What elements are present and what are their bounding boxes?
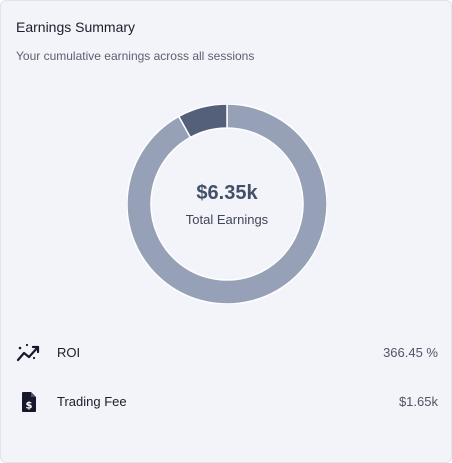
svg-text:$: $: [26, 401, 33, 412]
stat-value: 366.45 %: [383, 345, 438, 360]
stat-row-trading-fee: $ Trading Fee $1.65k: [16, 390, 438, 414]
donut-center: $6.35k Total Earnings: [127, 104, 327, 304]
earnings-summary-card: Earnings Summary Your cumulative earning…: [0, 0, 452, 463]
stat-value: $1.65k: [398, 394, 438, 409]
total-earnings-label: Total Earnings: [185, 212, 269, 227]
card-subtitle: Your cumulative earnings across all sess…: [16, 49, 255, 63]
dollar-document-icon: $: [16, 390, 42, 414]
card-title: Earnings Summary: [16, 19, 136, 35]
trending-up-icon: [16, 341, 42, 365]
total-earnings-value: $6.35k: [196, 182, 258, 204]
earnings-donut-chart: $6.35k Total Earnings: [127, 104, 327, 304]
stat-label: ROI: [57, 345, 81, 360]
stat-row-roi: ROI 366.45 %: [16, 341, 438, 365]
stat-label: Trading Fee: [57, 394, 127, 409]
